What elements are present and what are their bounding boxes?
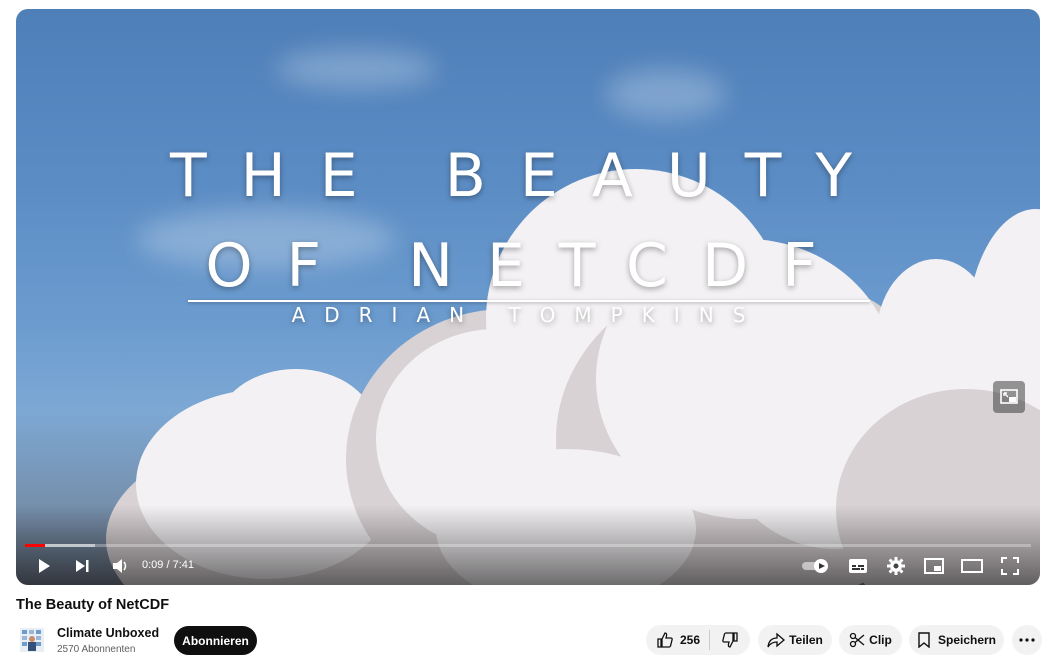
save-button[interactable]: Speichern xyxy=(909,625,1004,655)
picture-in-picture-icon xyxy=(1000,389,1018,404)
video-player[interactable]: THE BEAUTY OF NETCDF ADRIAN TOMPKINS 0:0… xyxy=(16,9,1040,585)
clip-icon xyxy=(850,632,865,648)
more-icon xyxy=(1019,638,1035,642)
settings-icon xyxy=(887,557,905,575)
miniplayer-icon xyxy=(924,558,944,574)
like-button[interactable]: 256 xyxy=(646,625,709,655)
dislike-icon xyxy=(722,632,738,648)
subtitles-button[interactable] xyxy=(844,550,872,582)
like-count: 256 xyxy=(680,633,701,647)
more-actions-button[interactable] xyxy=(1012,625,1042,655)
time-current: 0:09 xyxy=(142,559,164,571)
subscribe-button[interactable]: Abonnieren xyxy=(174,626,257,655)
video-title: The Beauty of NetCDF xyxy=(16,597,170,613)
time-separator: / xyxy=(163,559,173,571)
channel-avatar-icon xyxy=(20,628,44,652)
autoplay-toggle-icon xyxy=(802,559,828,573)
player-controls: 0:09 / 7:41 xyxy=(16,550,1040,582)
clip-button[interactable]: Clip xyxy=(839,625,902,655)
theater-mode-button[interactable] xyxy=(958,550,986,582)
subtitles-icon xyxy=(849,559,867,573)
play-icon xyxy=(39,559,50,573)
share-label: Teilen xyxy=(789,633,823,647)
next-icon xyxy=(76,560,89,572)
title-card-author: ADRIAN TOMPKINS xyxy=(291,303,765,327)
progress-bar[interactable] xyxy=(25,544,1031,547)
fullscreen-button[interactable] xyxy=(996,550,1024,582)
expand-overlay-button[interactable] xyxy=(993,381,1025,413)
time-display: 0:09 / 7:41 xyxy=(142,559,194,571)
like-dislike-group: 256 xyxy=(646,625,750,655)
subscriber-count: 2570 Abonnenten xyxy=(57,644,136,655)
video-title-card: THE BEAUTY OF NETCDF ADRIAN TOMPKINS xyxy=(16,9,1040,585)
fullscreen-icon xyxy=(1001,557,1019,575)
autoplay-toggle[interactable] xyxy=(800,550,832,582)
time-total: 7:41 xyxy=(172,559,195,571)
clip-label: Clip xyxy=(869,633,892,647)
miniplayer-button[interactable] xyxy=(920,550,948,582)
share-button[interactable]: Teilen xyxy=(758,625,832,655)
dislike-button[interactable] xyxy=(710,625,750,655)
channel-avatar[interactable] xyxy=(20,626,44,654)
save-label: Speichern xyxy=(937,633,997,647)
channel-name[interactable]: Climate Unboxed xyxy=(57,626,159,640)
save-icon xyxy=(918,632,930,648)
title-card-line-1: THE BEAUTY xyxy=(169,141,887,211)
share-icon xyxy=(767,632,786,648)
theater-mode-icon xyxy=(961,559,983,573)
title-card-rule xyxy=(188,300,870,302)
volume-icon xyxy=(113,559,127,573)
title-card-line-2: OF NETCDF xyxy=(205,231,851,301)
play-button[interactable] xyxy=(30,550,58,582)
next-button[interactable] xyxy=(68,550,96,582)
settings-button[interactable] xyxy=(882,550,910,582)
progress-played xyxy=(25,544,46,547)
mute-button[interactable] xyxy=(106,550,134,582)
like-icon xyxy=(657,632,673,648)
